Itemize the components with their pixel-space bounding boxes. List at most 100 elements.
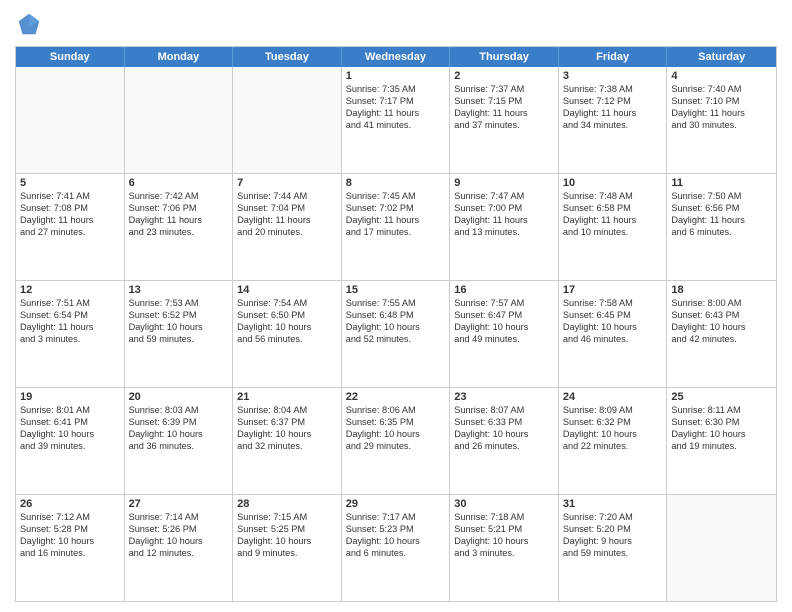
cell-line: Sunset: 6:54 PM: [20, 310, 120, 322]
cell-line: and 16 minutes.: [20, 548, 120, 560]
cell-line: Daylight: 10 hours: [454, 536, 554, 548]
cell-line: and 23 minutes.: [129, 227, 229, 239]
cell-line: Sunset: 6:37 PM: [237, 417, 337, 429]
cal-cell-day-30: 30Sunrise: 7:18 AMSunset: 5:21 PMDayligh…: [450, 495, 559, 601]
cell-line: Sunrise: 7:40 AM: [671, 84, 772, 96]
cal-cell-empty: [667, 495, 776, 601]
cell-line: Sunset: 5:26 PM: [129, 524, 229, 536]
cell-line: Daylight: 10 hours: [346, 536, 446, 548]
cell-line: and 41 minutes.: [346, 120, 446, 132]
cal-cell-day-25: 25Sunrise: 8:11 AMSunset: 6:30 PMDayligh…: [667, 388, 776, 494]
cell-line: Sunset: 7:08 PM: [20, 203, 120, 215]
day-number: 6: [129, 177, 229, 189]
cell-line: Sunset: 5:23 PM: [346, 524, 446, 536]
cell-line: Daylight: 10 hours: [129, 536, 229, 548]
cal-cell-day-5: 5Sunrise: 7:41 AMSunset: 7:08 PMDaylight…: [16, 174, 125, 280]
cell-line: Daylight: 10 hours: [346, 322, 446, 334]
day-header-thursday: Thursday: [450, 47, 559, 67]
cell-line: Daylight: 10 hours: [454, 429, 554, 441]
cell-line: Sunset: 5:25 PM: [237, 524, 337, 536]
cell-line: and 3 minutes.: [454, 548, 554, 560]
cal-cell-day-1: 1Sunrise: 7:35 AMSunset: 7:17 PMDaylight…: [342, 67, 451, 173]
day-number: 24: [563, 391, 663, 403]
cell-line: Sunrise: 7:18 AM: [454, 512, 554, 524]
day-header-monday: Monday: [125, 47, 234, 67]
cell-line: Sunset: 6:50 PM: [237, 310, 337, 322]
cell-line: Sunset: 7:10 PM: [671, 96, 772, 108]
cell-line: and 32 minutes.: [237, 441, 337, 453]
cal-cell-day-27: 27Sunrise: 7:14 AMSunset: 5:26 PMDayligh…: [125, 495, 234, 601]
cell-line: Daylight: 10 hours: [237, 322, 337, 334]
day-header-sunday: Sunday: [16, 47, 125, 67]
cell-line: Sunrise: 7:55 AM: [346, 298, 446, 310]
day-number: 8: [346, 177, 446, 189]
day-number: 1: [346, 70, 446, 82]
cell-line: Sunrise: 7:20 AM: [563, 512, 663, 524]
cell-line: Daylight: 10 hours: [129, 322, 229, 334]
cal-cell-day-19: 19Sunrise: 8:01 AMSunset: 6:41 PMDayligh…: [16, 388, 125, 494]
cell-line: Sunset: 5:21 PM: [454, 524, 554, 536]
cell-line: Sunset: 7:12 PM: [563, 96, 663, 108]
cell-line: Sunset: 7:02 PM: [346, 203, 446, 215]
cell-line: and 37 minutes.: [454, 120, 554, 132]
cell-line: Daylight: 10 hours: [237, 429, 337, 441]
cell-line: Sunset: 6:56 PM: [671, 203, 772, 215]
day-header-friday: Friday: [559, 47, 668, 67]
cell-line: Sunrise: 7:38 AM: [563, 84, 663, 96]
cell-line: Sunrise: 7:47 AM: [454, 191, 554, 203]
cal-cell-day-24: 24Sunrise: 8:09 AMSunset: 6:32 PMDayligh…: [559, 388, 668, 494]
day-number: 31: [563, 498, 663, 510]
cell-line: and 34 minutes.: [563, 120, 663, 132]
cell-line: Sunrise: 8:01 AM: [20, 405, 120, 417]
cell-line: Sunset: 6:52 PM: [129, 310, 229, 322]
cell-line: and 20 minutes.: [237, 227, 337, 239]
cal-cell-day-31: 31 Sunrise: 7:20 AMSunset: 5:20 PMDayligh…: [559, 495, 668, 601]
day-header-wednesday: Wednesday: [342, 47, 451, 67]
cell-line: Sunrise: 7:14 AM: [129, 512, 229, 524]
cell-line: Sunrise: 7:54 AM: [237, 298, 337, 310]
cell-line: and 59 minutes.: [563, 548, 663, 560]
cell-line: Daylight: 11 hours: [346, 108, 446, 120]
day-number: 9: [454, 177, 554, 189]
cell-line: Daylight: 11 hours: [20, 322, 120, 334]
cal-cell-day-22: 22Sunrise: 8:06 AMSunset: 6:35 PMDayligh…: [342, 388, 451, 494]
cell-line: Sunset: 6:32 PM: [563, 417, 663, 429]
cell-line: Sunset: 7:00 PM: [454, 203, 554, 215]
cell-line: and 19 minutes.: [671, 441, 772, 453]
day-number: 20: [129, 391, 229, 403]
day-number: 7: [237, 177, 337, 189]
cell-line: and 46 minutes.: [563, 334, 663, 346]
day-number: 5: [20, 177, 120, 189]
day-number: 19: [20, 391, 120, 403]
cell-line: and 59 minutes.: [129, 334, 229, 346]
cell-line: Daylight: 11 hours: [563, 215, 663, 227]
cal-cell-day-26: 26Sunrise: 7:12 AMSunset: 5:28 PMDayligh…: [16, 495, 125, 601]
cell-line: Daylight: 10 hours: [20, 429, 120, 441]
cell-line: Sunrise: 7:57 AM: [454, 298, 554, 310]
cal-cell-day-2: 2Sunrise: 7:37 AMSunset: 7:15 PMDaylight…: [450, 67, 559, 173]
cell-line: Sunrise: 7:15 AM: [237, 512, 337, 524]
calendar-row-3: 12Sunrise: 7:51 AMSunset: 6:54 PMDayligh…: [16, 280, 776, 387]
cal-cell-day-20: 20Sunrise: 8:03 AMSunset: 6:39 PMDayligh…: [125, 388, 234, 494]
cell-line: and 39 minutes.: [20, 441, 120, 453]
day-number: 12: [20, 284, 120, 296]
day-number: 23: [454, 391, 554, 403]
cell-line: Daylight: 9 hours: [563, 536, 663, 548]
cell-line: Daylight: 10 hours: [20, 536, 120, 548]
cell-line: and 42 minutes.: [671, 334, 772, 346]
cell-line: Daylight: 11 hours: [20, 215, 120, 227]
cell-line: Sunset: 6:33 PM: [454, 417, 554, 429]
cell-line: Sunrise: 8:09 AM: [563, 405, 663, 417]
cell-line: Sunrise: 8:07 AM: [454, 405, 554, 417]
day-number: 4: [671, 70, 772, 82]
cell-line: Sunset: 5:20 PM: [563, 524, 663, 536]
cell-line: Sunrise: 8:03 AM: [129, 405, 229, 417]
cal-cell-day-10: 10Sunrise: 7:48 AMSunset: 6:58 PMDayligh…: [559, 174, 668, 280]
cell-line: Sunrise: 7:53 AM: [129, 298, 229, 310]
cell-line: Daylight: 11 hours: [129, 215, 229, 227]
cell-line: and 26 minutes.: [454, 441, 554, 453]
cell-line: and 27 minutes.: [20, 227, 120, 239]
cal-cell-day-29: 29Sunrise: 7:17 AMSunset: 5:23 PMDayligh…: [342, 495, 451, 601]
cell-line: and 22 minutes.: [563, 441, 663, 453]
cell-line: and 56 minutes.: [237, 334, 337, 346]
